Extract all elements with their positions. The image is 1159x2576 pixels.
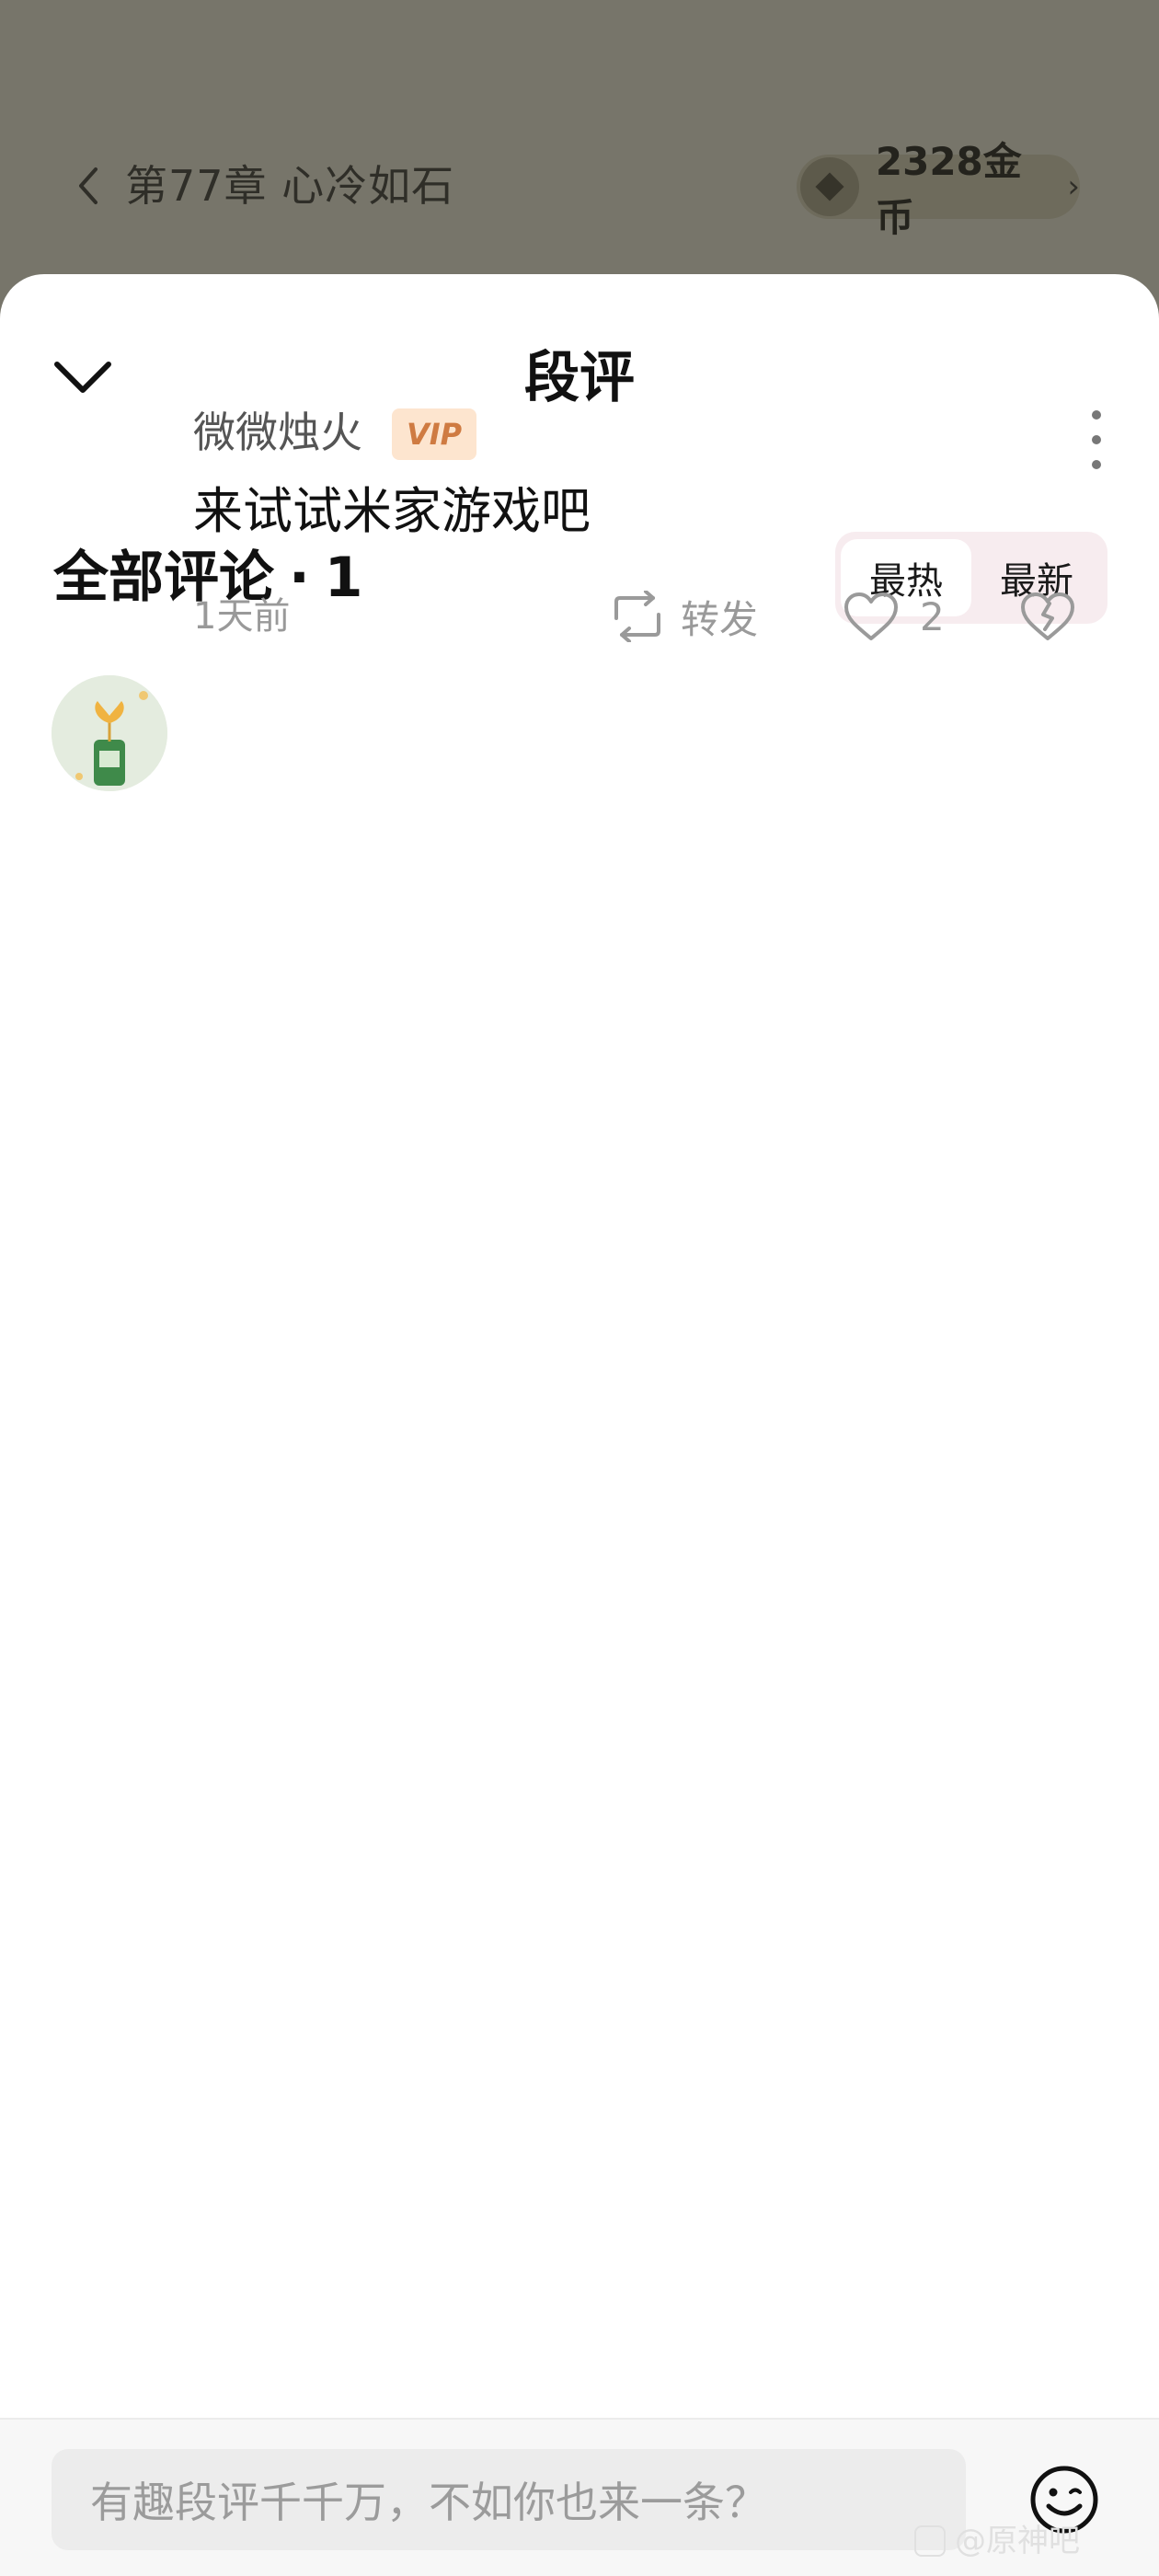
watermark-icon xyxy=(914,2525,946,2557)
coin-balance: 2328金币 xyxy=(875,139,1022,240)
avatar-ginkgo-icon xyxy=(52,675,167,791)
like-count: 2 xyxy=(920,593,945,639)
watermark: @原神吧 xyxy=(914,2519,1080,2563)
dislike-button[interactable] xyxy=(1019,585,1076,648)
avatar[interactable] xyxy=(52,675,167,791)
more-options-button[interactable] xyxy=(1073,405,1120,475)
chevron-left-icon xyxy=(79,167,98,204)
more-dot xyxy=(1092,410,1101,420)
comment-time: 1天前 xyxy=(193,595,291,638)
heart-icon xyxy=(844,592,898,640)
watermark-text: @原神吧 xyxy=(955,2523,1080,2559)
chevron-right-icon: › xyxy=(1067,168,1080,205)
reader-top-bar: 第77章 心冷如石 2328金币 › xyxy=(0,0,1159,276)
like-button[interactable]: 2 xyxy=(843,585,945,648)
comment-text: 来试试米家游戏吧 xyxy=(193,482,591,540)
more-dot xyxy=(1092,460,1101,469)
comment-username[interactable]: 微微烛火 xyxy=(193,405,362,460)
back-button[interactable] xyxy=(70,162,107,210)
repost-label: 转发 xyxy=(681,596,759,642)
coin-icon xyxy=(800,157,859,216)
chapter-title: 第77章 心冷如石 xyxy=(125,161,455,211)
repost-button[interactable]: 转发 xyxy=(607,585,758,648)
comment-item xyxy=(0,274,1159,791)
coin-balance-button[interactable]: 2328金币 › xyxy=(797,139,1080,240)
repost-icon xyxy=(614,591,660,642)
comment-input[interactable]: 有趣段评千千万，不如你也来一条？ xyxy=(52,2449,966,2550)
broken-heart-icon xyxy=(1021,592,1074,640)
vip-badge: VIP xyxy=(392,408,476,460)
more-dot xyxy=(1092,435,1101,444)
